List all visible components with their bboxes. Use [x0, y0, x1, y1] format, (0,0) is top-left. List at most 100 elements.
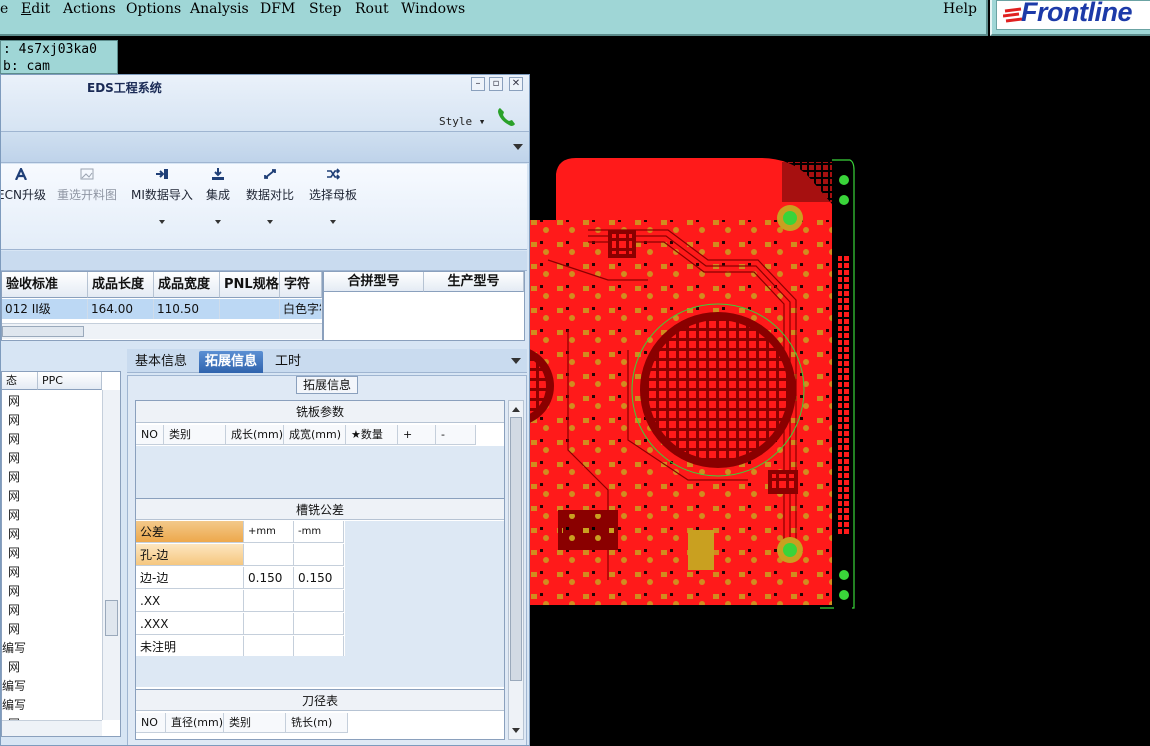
column-header[interactable]: 成品宽度 — [154, 272, 220, 298]
column-header[interactable]: 字符 — [280, 272, 322, 298]
scrollbar-thumb[interactable] — [105, 600, 118, 636]
menu-analysis[interactable]: Analysis — [190, 1, 249, 17]
menu-edit[interactable]: Edit — [21, 1, 50, 17]
list-item[interactable]: 网 — [2, 582, 36, 601]
list-item[interactable]: 网 — [2, 658, 36, 677]
list-item[interactable]: 网 — [2, 449, 36, 468]
scrollbar-thumb[interactable] — [2, 326, 84, 337]
tab-work-hours[interactable]: 工时 — [269, 351, 307, 373]
list-item[interactable]: 编写 — [2, 696, 36, 715]
vertical-scrollbar[interactable] — [102, 390, 120, 720]
tab-extended-info[interactable]: 拓展信息 — [199, 351, 264, 373]
list-item[interactable]: 网 — [2, 544, 36, 563]
data-compare-button[interactable]: 数据对比 — [246, 168, 294, 224]
phone-icon[interactable] — [495, 105, 519, 129]
column-header[interactable]: 生产型号 — [424, 272, 524, 292]
list-item[interactable]: 网 — [2, 411, 36, 430]
restore-icon[interactable]: ▫ — [489, 77, 503, 91]
column-header: 类别 — [164, 425, 226, 445]
ribbon-collapse-icon[interactable] — [513, 144, 523, 150]
ribbon-header — [1, 131, 529, 163]
list-item[interactable]: 网 — [2, 620, 36, 639]
table-cell[interactable]: 0.150 — [244, 567, 294, 589]
table-cell[interactable]: 012 II级 — [2, 299, 88, 319]
chevron-down-icon[interactable] — [511, 358, 521, 364]
menu-actions[interactable]: Actions — [63, 1, 116, 17]
menu-windows[interactable]: Windows — [401, 1, 465, 17]
table-cell[interactable] — [244, 636, 294, 658]
horizontal-scrollbar[interactable] — [2, 323, 322, 339]
select-motherboard-button[interactable]: 选择母板 — [309, 168, 357, 224]
column-header[interactable]: 成品长度 — [88, 272, 154, 298]
chevron-down-icon[interactable] — [158, 220, 165, 224]
logo-swoosh-icon — [1003, 7, 1023, 23]
menu-options[interactable]: Options — [126, 1, 181, 17]
extended-info-form: 铣板参数 NO 类别 成长(mm) 成宽(mm) ★数量 + - 槽铣公差 公差… — [135, 400, 505, 740]
status-list[interactable]: 态 PPC 网网网网网网网网网网网网网编写网编写编写网 — [1, 371, 121, 737]
list-item[interactable]: 编写 — [2, 677, 36, 696]
vertical-scrollbar[interactable] — [508, 400, 524, 740]
scrollbar-thumb[interactable] — [510, 417, 522, 681]
table-cell[interactable]: .XXX — [136, 613, 244, 635]
close-icon[interactable]: ✕ — [509, 77, 523, 91]
mi-import-button[interactable]: MI数据导入 — [131, 168, 193, 224]
tab-basic-info[interactable]: 基本信息 — [129, 351, 193, 373]
slot-empty-area — [136, 656, 345, 687]
slot-empty-area — [345, 521, 504, 687]
table-cell[interactable] — [244, 613, 294, 635]
table-cell[interactable] — [244, 544, 294, 566]
table-cell[interactable] — [294, 590, 344, 612]
column-header[interactable]: PNL规格 — [220, 272, 280, 298]
column-header[interactable]: 验收标准 — [2, 272, 88, 298]
ribbon-label: MI数据导入 — [131, 188, 193, 202]
table-cell[interactable]: 110.50 — [154, 299, 220, 319]
list-item[interactable]: 网 — [2, 392, 36, 411]
extended-info-panel: 拓展信息 铣板参数 NO 类别 成长(mm) 成宽(mm) ★数量 + - 槽铣… — [127, 375, 527, 745]
job-user: b: cam — [3, 59, 50, 74]
list-item[interactable]: 网 — [2, 487, 36, 506]
column-header: -mm — [294, 521, 344, 543]
table-cell[interactable]: 未注明 — [136, 636, 244, 658]
table-cell[interactable]: 边-边 — [136, 567, 244, 589]
integrate-button[interactable]: 集成 — [206, 168, 230, 224]
chevron-down-icon[interactable] — [215, 220, 221, 224]
menu-help[interactable]: Help — [943, 1, 977, 17]
chevron-down-icon[interactable] — [330, 220, 336, 224]
list-item[interactable]: 网 — [2, 525, 36, 544]
list-item[interactable]: 网 — [2, 468, 36, 487]
merge-grid[interactable]: 合拼型号 生产型号 — [323, 271, 525, 341]
list-item[interactable]: 网 — [2, 506, 36, 525]
ecn-upgrade-button[interactable]: ECN升级 — [1, 168, 46, 203]
scroll-up-icon[interactable] — [512, 407, 520, 412]
column-header[interactable]: PPC — [38, 372, 102, 390]
style-dropdown[interactable]: Style ▾ — [439, 115, 485, 128]
table-cell[interactable]: .XX — [136, 590, 244, 612]
table-cell[interactable] — [294, 544, 344, 566]
column-header[interactable]: 态 — [2, 372, 38, 390]
column-header[interactable]: 合拼型号 — [324, 272, 424, 292]
menu-dfm[interactable]: DFM — [260, 1, 295, 17]
menu-file[interactable]: e — [0, 1, 8, 17]
menu-step[interactable]: Step — [309, 1, 341, 17]
minimize-icon[interactable]: – — [471, 77, 485, 91]
section-title: 刀径表 — [136, 689, 504, 711]
list-item[interactable]: 编写 — [2, 639, 36, 658]
table-cell[interactable]: 164.00 — [88, 299, 154, 319]
table-cell[interactable] — [220, 299, 280, 319]
scroll-down-icon[interactable] — [512, 728, 520, 733]
list-item[interactable]: 网 — [2, 601, 36, 620]
table-cell[interactable]: 孔-边 — [136, 544, 244, 566]
chevron-down-icon[interactable] — [267, 220, 273, 224]
table-cell[interactable]: 0.150 — [294, 567, 344, 589]
order-grid[interactable]: 验收标准 成品长度 成品宽度 PNL规格 字符 012 II级 164.00 1… — [1, 271, 323, 341]
table-cell[interactable] — [294, 613, 344, 635]
pcb-graphic-canvas[interactable] — [528, 150, 860, 620]
horizontal-scrollbar[interactable] — [2, 720, 102, 736]
list-item[interactable]: 网 — [2, 563, 36, 582]
list-item[interactable]: 网 — [2, 430, 36, 449]
reselect-cut-chart-button[interactable]: 重选开料图 — [57, 168, 117, 203]
table-cell[interactable] — [294, 636, 344, 658]
table-cell[interactable]: 白色字符 — [280, 299, 322, 319]
table-cell[interactable] — [244, 590, 294, 612]
menu-rout[interactable]: Rout — [355, 1, 389, 17]
